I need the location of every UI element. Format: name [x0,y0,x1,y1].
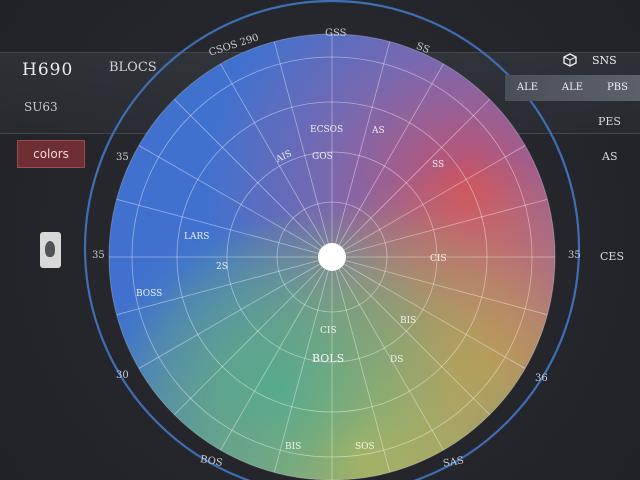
tab-ale[interactable]: ALE [505,75,550,101]
ring-label-top: GSS [325,28,347,39]
ring-label-left-mid: 35 [92,250,105,261]
right-header-label: SNS [592,54,617,67]
wheel-label-bottom-a: BIS [285,442,302,452]
wheel-label-right-b: CIS [430,254,447,264]
wheel-label-lower-mid: CIS [320,326,337,336]
wheel-label-upper-small: AS [372,126,385,136]
cube-icon[interactable] [563,53,577,67]
right-label-as: AS [602,150,618,163]
wheel-label-right-c: BIS [400,316,417,326]
section-label: SU63 [24,100,58,114]
wheel-label-center-upper: ECSOS [310,125,344,135]
wheel-label-mid-left-2: GOS [312,152,333,162]
right-label-ces: CES [600,250,624,263]
page-subtitle: BLOCS [109,60,157,75]
color-wheel[interactable] [0,0,640,480]
page-title: H690 [22,60,74,80]
right-label-pes: PES [598,115,621,128]
tab-pbs[interactable]: PBS [595,75,640,101]
wheel-label-bottom-b: SOS [355,442,375,452]
tab-ale-2[interactable]: ALE [550,75,595,101]
right-tab-bar: ALE ALE PBS [505,75,640,101]
ring-label-left-upper: 35 [116,152,129,163]
wheel-label-right-a: SS [432,160,445,170]
wheel-label-lower-center: BOLS [312,352,345,365]
wheel-label-lower-right: DS [390,355,404,365]
app-window: H690 BLOCS SU63 colors SNS ALE ALE PBS P… [0,0,640,480]
drag-handle-icon[interactable] [40,232,61,268]
wheel-label-left-a: LARS [184,232,210,242]
wheel-label-left-b: 2S [216,262,228,272]
wheel-label-left-c: BOSS [136,289,163,299]
colors-button[interactable]: colors [17,140,85,168]
center-hub [318,243,346,271]
ring-label-right-lower: 36 [535,373,548,384]
ring-label-left-lower: 30 [116,370,129,381]
ring-label-right-mid: 35 [568,250,581,261]
